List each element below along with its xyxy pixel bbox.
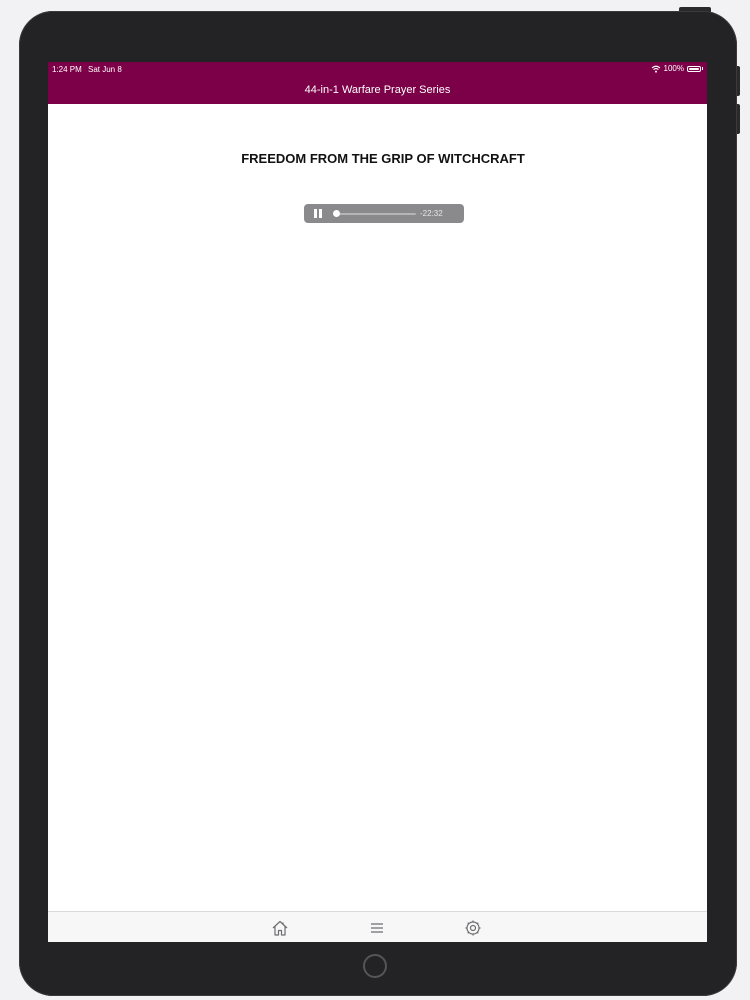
status-bar: 1:24 PM Sat Jun 8 100%: [48, 62, 707, 77]
wifi-icon: [651, 65, 660, 73]
pause-bar-right: [319, 209, 322, 218]
remaining-time: -22:32: [420, 209, 443, 218]
battery-icon: [687, 65, 701, 72]
tab-menu[interactable]: [368, 919, 386, 937]
progress-knob[interactable]: [332, 210, 340, 217]
status-date: Sat Jun 8: [88, 65, 122, 74]
battery-percent: 100%: [663, 64, 684, 73]
navigation-bar: 44-in-1 Warfare Prayer Series: [48, 77, 707, 104]
tab-bar: [48, 911, 707, 942]
audio-player: -22:32: [304, 204, 464, 223]
pause-bar-left: [314, 209, 317, 218]
app-screen: 1:24 PM Sat Jun 8 100% 44-in-1 Warfare P…: [48, 62, 707, 942]
battery-level: [689, 67, 699, 70]
status-right-group: 100%: [651, 64, 703, 73]
device-home-button[interactable]: [363, 954, 387, 978]
tab-home[interactable]: [271, 919, 289, 937]
battery-tip: [702, 67, 703, 70]
gear-icon: [465, 920, 481, 936]
status-time: 1:24 PM: [52, 65, 82, 74]
tab-settings[interactable]: [464, 919, 482, 937]
home-icon: [272, 920, 288, 936]
menu-icon: [371, 923, 383, 933]
prayer-title: FREEDOM FROM THE GRIP OF WITCHCRAFT: [241, 151, 525, 166]
nav-title: 44-in-1 Warfare Prayer Series: [304, 84, 451, 96]
progress-track[interactable]: [334, 213, 416, 215]
pause-button[interactable]: [314, 209, 322, 218]
